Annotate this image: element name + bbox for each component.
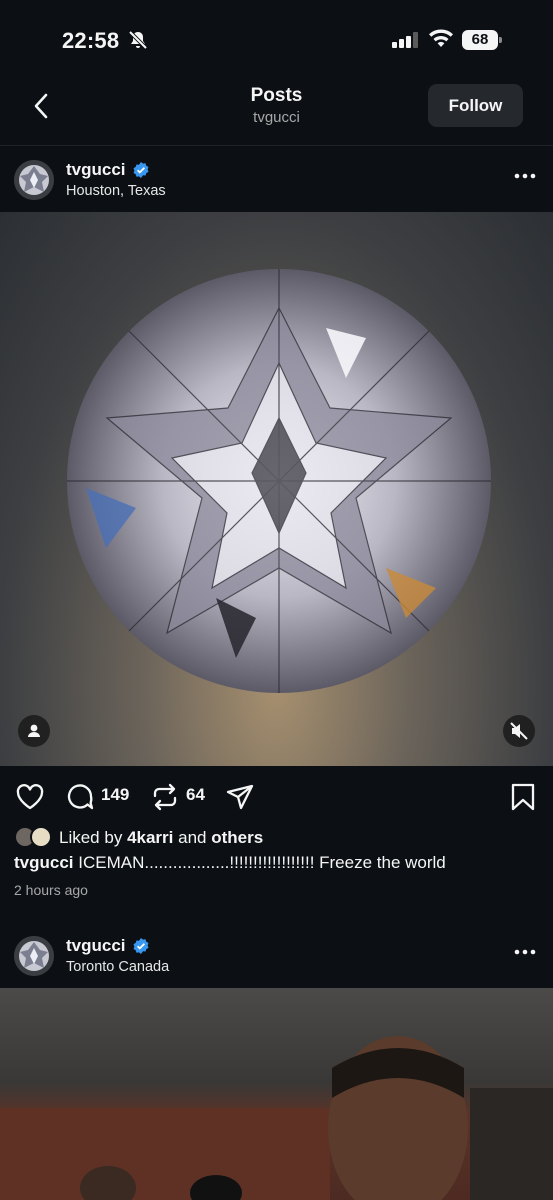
repost-icon[interactable] [150, 782, 180, 812]
more-options-icon[interactable] [513, 172, 537, 180]
comment-bubble-icon[interactable] [65, 782, 95, 812]
post-media-image[interactable] [0, 988, 553, 1200]
diamond-avatar-icon [14, 160, 54, 200]
caption-text: ICEMAN..................!!!!!!!!!!!!!!!!… [78, 853, 446, 872]
follow-button[interactable]: Follow [428, 84, 523, 127]
caption-username[interactable]: tvgucci [14, 853, 74, 872]
liker-avatar [30, 826, 52, 848]
like-heart-icon[interactable] [15, 782, 45, 812]
avatar[interactable] [14, 936, 54, 976]
post-location[interactable]: Toronto Canada [66, 959, 169, 975]
comment-count[interactable]: 149 [101, 785, 129, 805]
verified-badge-icon [133, 938, 149, 954]
diamond-image [67, 269, 491, 693]
status-time: 22:58 [62, 28, 120, 53]
person-tag-icon [28, 724, 40, 737]
post-caption: tvgucci ICEMAN..................!!!!!!!!… [14, 853, 544, 873]
liked-by-row[interactable]: Liked by 4karri and others [14, 826, 534, 850]
post-actions-bar: 149 64 [0, 766, 553, 826]
status-bar: 22:58 68 [0, 0, 553, 80]
more-options-icon[interactable] [513, 948, 537, 956]
repost-count[interactable]: 64 [186, 785, 205, 805]
liked-by-prefix: Liked by [59, 828, 123, 847]
speaker-muted-icon [510, 722, 528, 740]
post-username[interactable]: tvgucci [66, 936, 126, 956]
photo-content [0, 1036, 553, 1200]
post-location[interactable]: Houston, Texas [66, 183, 166, 199]
mute-toggle-button[interactable] [503, 715, 535, 747]
post-header: tvgucci Toronto Canada [0, 922, 553, 988]
battery-level: 68 [471, 31, 489, 48]
cellular-signal-icon [392, 32, 418, 48]
battery-icon: 68 [462, 30, 502, 50]
liked-by-others[interactable]: others [211, 828, 263, 847]
post-timestamp: 2 hours ago [14, 882, 88, 898]
post-username[interactable]: tvgucci [66, 160, 126, 180]
share-send-icon[interactable] [225, 782, 255, 812]
save-bookmark-icon[interactable] [508, 782, 538, 812]
liked-by-user[interactable]: 4karri [127, 828, 173, 847]
avatar[interactable] [14, 160, 54, 200]
post-media-image[interactable] [0, 212, 553, 766]
post-header: tvgucci Houston, Texas [0, 146, 553, 212]
battery-cap [499, 37, 502, 43]
wifi-icon [429, 29, 453, 47]
posts-header: Posts tvgucci Follow [0, 80, 553, 146]
posts-screen: 22:58 68 Posts tvgucci Follow tvgucci Ho… [0, 0, 553, 1200]
liked-by-text: Liked by 4karri and others [59, 828, 263, 848]
tagged-people-button[interactable] [18, 715, 50, 747]
liked-by-and: and [178, 828, 207, 847]
diamond-avatar-icon [14, 936, 54, 976]
bell-slash-icon [128, 30, 148, 50]
verified-badge-icon [133, 162, 149, 178]
